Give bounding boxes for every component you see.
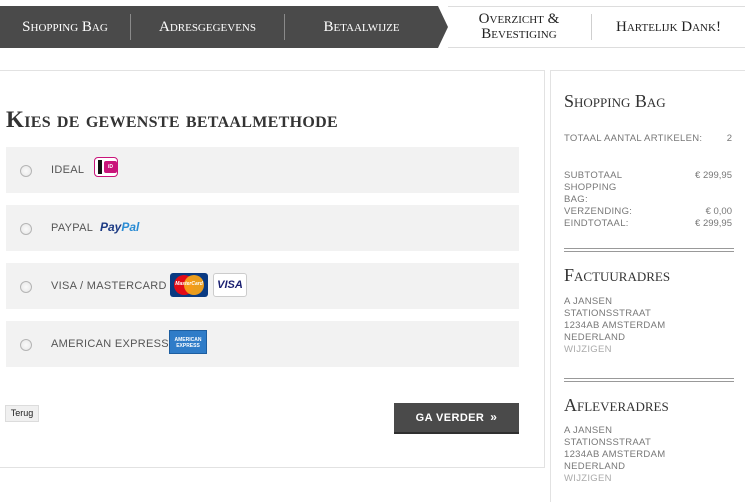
checkout-steps: Shopping Bag Adresgegevens Betaalwijze O… [0,6,745,48]
divider [564,378,734,382]
payment-panel: Kies de gewenste betaalmethode IDEAL iD … [0,70,545,468]
invoice-country: NEDERLAND [564,332,626,343]
subtotal-label: Subtotaal Shopping Bag: [564,170,622,205]
step-label: Hartelijk Dank! [616,18,721,35]
double-chevron-right-icon: » [490,410,498,424]
payment-label: VISA / MASTERCARD [51,280,167,292]
total-value: € 299,95 [695,218,732,229]
step-overzicht: Overzicht & Bevestiging [448,6,590,48]
invoice-name: A JANSEN [564,296,613,307]
radio-amex[interactable] [20,339,32,351]
radio-paypal[interactable] [20,223,32,235]
steps-arrow [438,6,448,48]
divider [564,248,734,252]
step-label: Adresgegevens [158,18,256,35]
mastercard-logo-icon: MasterCard [170,273,208,297]
order-sidebar: Shopping Bag Totaal aantal artikelen: 2 … [550,70,745,502]
step-hartelijk-dank: Hartelijk Dank! [592,6,745,48]
payment-option-amex[interactable]: AMERICAN EXPRESS AMERICAN EXPRESS [6,321,519,367]
delivery-title: Afleveradres [564,395,669,415]
continue-button[interactable]: GA VERDER » [394,403,519,434]
step-adresgegevens[interactable]: Adresgegevens [131,6,284,48]
payment-option-visa-mastercard[interactable]: VISA / MASTERCARD MasterCard VISA [6,263,519,309]
radio-ideal[interactable] [20,165,32,177]
step-label: Shopping Bag [22,18,108,35]
payment-label: IDEAL [51,164,85,176]
ideal-logo-icon: iD [94,157,118,177]
payment-label: AMERICAN EXPRESS [51,338,169,350]
page-title: Kies de gewenste betaalmethode [6,107,338,132]
subtotal-value: € 299,95 [695,170,732,181]
step-label-line1: Overzicht & [478,11,560,27]
delivery-street: STATIONSSTRAAT [564,437,652,448]
back-button[interactable]: Terug [5,405,39,422]
continue-label: GA VERDER [415,412,485,424]
total-label: Eindtotaal: [564,218,629,229]
delivery-city: 1234AB AMSTERDAM [564,449,666,460]
invoice-street: STATIONSSTRAAT [564,308,652,319]
shipping-label: Verzending: [564,206,633,217]
payment-label: PAYPAL [51,222,94,234]
payment-option-ideal[interactable]: IDEAL iD [6,147,519,193]
total-items-value: 2 [726,133,732,144]
invoice-city: 1234AB AMSTERDAM [564,320,666,331]
visa-logo-icon: VISA [213,273,247,297]
step-label: Betaalwijze [323,18,400,35]
payment-option-paypal[interactable]: PAYPAL PayPal [6,205,519,251]
bag-title: Shopping Bag [564,91,666,111]
invoice-edit-link[interactable]: WIJZIGEN [564,344,612,356]
step-betaalwijze: Betaalwijze [285,6,438,48]
shipping-value: € 0,00 [705,206,732,217]
delivery-edit-link[interactable]: WIJZIGEN [564,473,612,485]
step-shopping-bag[interactable]: Shopping Bag [0,6,130,48]
delivery-country: NEDERLAND [564,461,626,472]
amex-logo-icon: AMERICAN EXPRESS [169,330,207,354]
delivery-name: A JANSEN [564,425,613,436]
invoice-title: Factuuradres [564,265,671,285]
total-items-label: Totaal aantal artikelen: [564,133,703,144]
radio-visa-mastercard[interactable] [20,281,32,293]
step-label-line2: Bevestiging [481,26,557,42]
paypal-logo-icon: PayPal [100,220,140,234]
